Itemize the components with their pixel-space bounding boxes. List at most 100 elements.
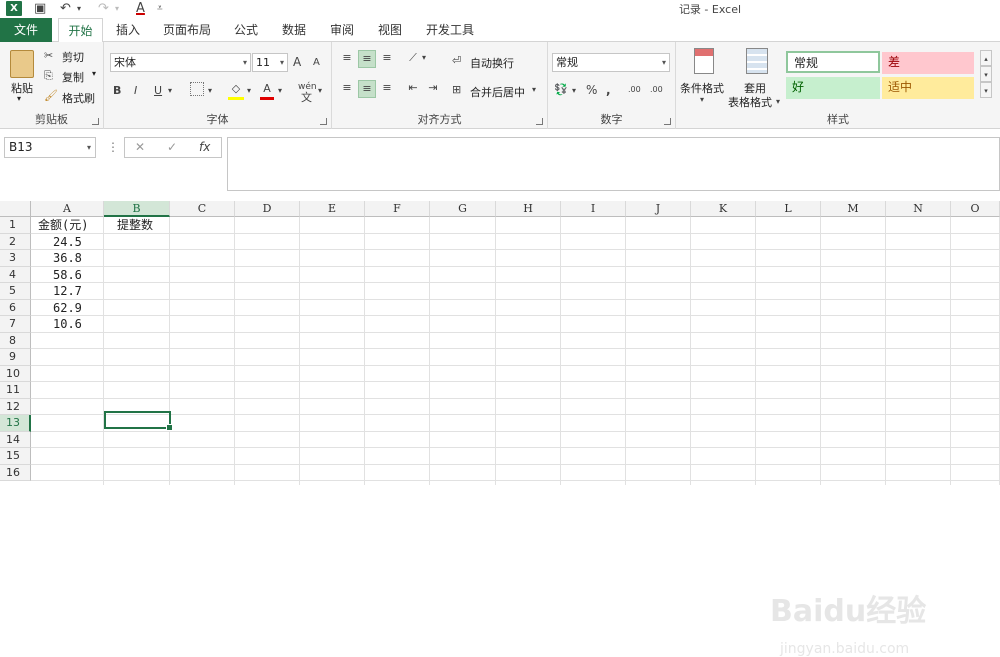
paste-icon[interactable] (10, 50, 34, 78)
formula-input[interactable] (227, 137, 1000, 191)
phonetic-icon[interactable]: 文 (301, 90, 312, 106)
column-header-B[interactable]: B (104, 201, 170, 217)
cell-A5[interactable]: 12.7 (53, 283, 82, 299)
column-header-O[interactable]: O (951, 201, 1000, 217)
name-box[interactable]: B13 ▾ (4, 137, 96, 158)
row-header-10[interactable]: 10 (0, 365, 31, 382)
row-header-7[interactable]: 7 (0, 316, 31, 333)
tab-developer[interactable]: 开发工具 (420, 18, 480, 42)
comma-style-button[interactable]: , (606, 82, 611, 98)
format-as-table-icon[interactable] (746, 48, 768, 74)
column-header-J[interactable]: J (626, 201, 691, 217)
shrink-font-button[interactable]: A (313, 55, 320, 71)
row-header-4[interactable]: 4 (0, 266, 31, 283)
decrease-decimal-button[interactable]: .00 (650, 82, 663, 98)
confirm-icon[interactable]: ✓ (167, 140, 177, 154)
row-header-12[interactable]: 12 (0, 398, 31, 415)
copy-icon[interactable]: ⎘ (44, 68, 53, 84)
font-color-button[interactable]: A (260, 81, 274, 100)
column-header-A[interactable]: A (31, 201, 104, 217)
underline-dropdown-icon[interactable]: ▾ (168, 83, 172, 99)
row-header-2[interactable]: 2 (0, 233, 31, 250)
percent-style-button[interactable]: % (586, 82, 597, 98)
tab-insert[interactable]: 插入 (108, 18, 148, 42)
merge-dropdown-icon[interactable]: ▾ (532, 82, 536, 98)
borders-dropdown-icon[interactable]: ▾ (208, 83, 212, 99)
tab-page-layout[interactable]: 页面布局 (158, 18, 216, 42)
column-header-L[interactable]: L (756, 201, 821, 217)
font-launcher-icon[interactable] (320, 118, 327, 125)
column-header-K[interactable]: K (691, 201, 756, 217)
wrap-text-button[interactable]: 自动换行 (470, 55, 514, 71)
select-all-corner[interactable] (0, 201, 31, 217)
format-painter-button[interactable]: 格式刷 (62, 90, 95, 106)
cell-A1[interactable]: 金额(元) (38, 217, 88, 233)
cell-B1[interactable]: 提整数 (117, 217, 153, 233)
styles-more-icon[interactable]: ▾ (980, 82, 992, 98)
row-header-11[interactable]: 11 (0, 382, 31, 399)
copy-button[interactable]: 复制 (62, 69, 84, 85)
styles-scroll-down-icon[interactable]: ▾ (980, 66, 992, 82)
align-bottom-icon[interactable]: ≡ (378, 50, 396, 66)
format-painter-icon[interactable]: 🖌 (44, 88, 58, 104)
accounting-dropdown-icon[interactable]: ▾ (572, 83, 576, 99)
row-header-14[interactable]: 14 (0, 431, 31, 448)
accounting-format-icon[interactable]: 💱 (554, 82, 568, 98)
orientation-dropdown-icon[interactable]: ▾ (422, 50, 426, 66)
column-header-I[interactable]: I (561, 201, 626, 217)
row-header-3[interactable]: 3 (0, 250, 31, 267)
style-neutral[interactable]: 适中 (882, 77, 974, 99)
phonetic-dropdown-icon[interactable]: ▾ (318, 83, 322, 99)
bold-button[interactable]: B (113, 83, 121, 99)
fill-color-icon[interactable]: ◇ (228, 81, 244, 100)
align-right-icon[interactable]: ≡ (378, 80, 396, 96)
merge-center-icon[interactable]: ⊞ (452, 82, 461, 98)
cell-A2[interactable]: 24.5 (53, 234, 82, 250)
column-header-E[interactable]: E (300, 201, 365, 217)
tab-data[interactable]: 数据 (274, 18, 314, 42)
font-size-select[interactable]: 11 ▾ (252, 53, 288, 72)
cancel-icon[interactable]: ✕ (135, 140, 145, 154)
column-header-G[interactable]: G (430, 201, 496, 217)
tab-formulas[interactable]: 公式 (226, 18, 266, 42)
format-as-table-line2[interactable]: 表格格式 (728, 94, 772, 110)
align-left-icon[interactable]: ≡ (338, 80, 356, 96)
tab-home[interactable]: 开始 (58, 18, 103, 43)
italic-button[interactable]: I (134, 83, 137, 99)
column-header-D[interactable]: D (235, 201, 300, 217)
row-header-9[interactable]: 9 (0, 349, 31, 366)
copy-dropdown-icon[interactable]: ▾ (92, 69, 96, 78)
column-header-F[interactable]: F (365, 201, 430, 217)
paste-dropdown-icon[interactable]: ▾ (17, 94, 21, 103)
align-center-icon[interactable]: ≡ (358, 80, 376, 98)
cut-button[interactable]: 剪切 (62, 49, 84, 65)
cell-A3[interactable]: 36.8 (53, 250, 82, 266)
paste-button[interactable]: 粘贴 (11, 80, 33, 96)
tab-view[interactable]: 视图 (370, 18, 410, 42)
row-header-15[interactable]: 15 (0, 448, 31, 465)
increase-indent-icon[interactable]: ⇥ (424, 80, 442, 96)
font-name-select[interactable]: 宋体 ▾ (110, 53, 251, 72)
number-launcher-icon[interactable] (664, 118, 671, 125)
row-header-6[interactable]: 6 (0, 299, 31, 316)
row-header-8[interactable]: 8 (0, 332, 31, 349)
align-top-icon[interactable]: ≡ (338, 50, 356, 66)
fill-color-dropdown-icon[interactable]: ▾ (247, 83, 251, 99)
selected-cell-B13[interactable] (104, 411, 173, 431)
format-as-table-dropdown-icon[interactable]: ▾ (776, 94, 780, 110)
scissors-icon[interactable]: ✂ (44, 48, 53, 64)
grow-font-button[interactable]: A (293, 54, 301, 70)
alignment-launcher-icon[interactable] (536, 118, 543, 125)
orientation-icon[interactable]: ⟋ (404, 50, 422, 66)
underline-button[interactable]: U (154, 83, 162, 99)
style-bad[interactable]: 差 (882, 52, 974, 74)
column-header-C[interactable]: C (170, 201, 235, 217)
tab-file[interactable]: 文件 (0, 18, 52, 42)
borders-icon[interactable] (190, 82, 204, 96)
cell-A6[interactable]: 62.9 (53, 300, 82, 316)
decrease-indent-icon[interactable]: ⇤ (404, 80, 422, 96)
number-format-select[interactable]: 常规 ▾ (552, 53, 670, 72)
tab-review[interactable]: 审阅 (322, 18, 362, 42)
style-good[interactable]: 好 (786, 77, 880, 99)
worksheet-grid[interactable]: ABCDEFGHIJKLMNO 1 2 3 4 5 6 7 8 9 10 11 12 13 14 15 16 … (0, 201, 1000, 657)
